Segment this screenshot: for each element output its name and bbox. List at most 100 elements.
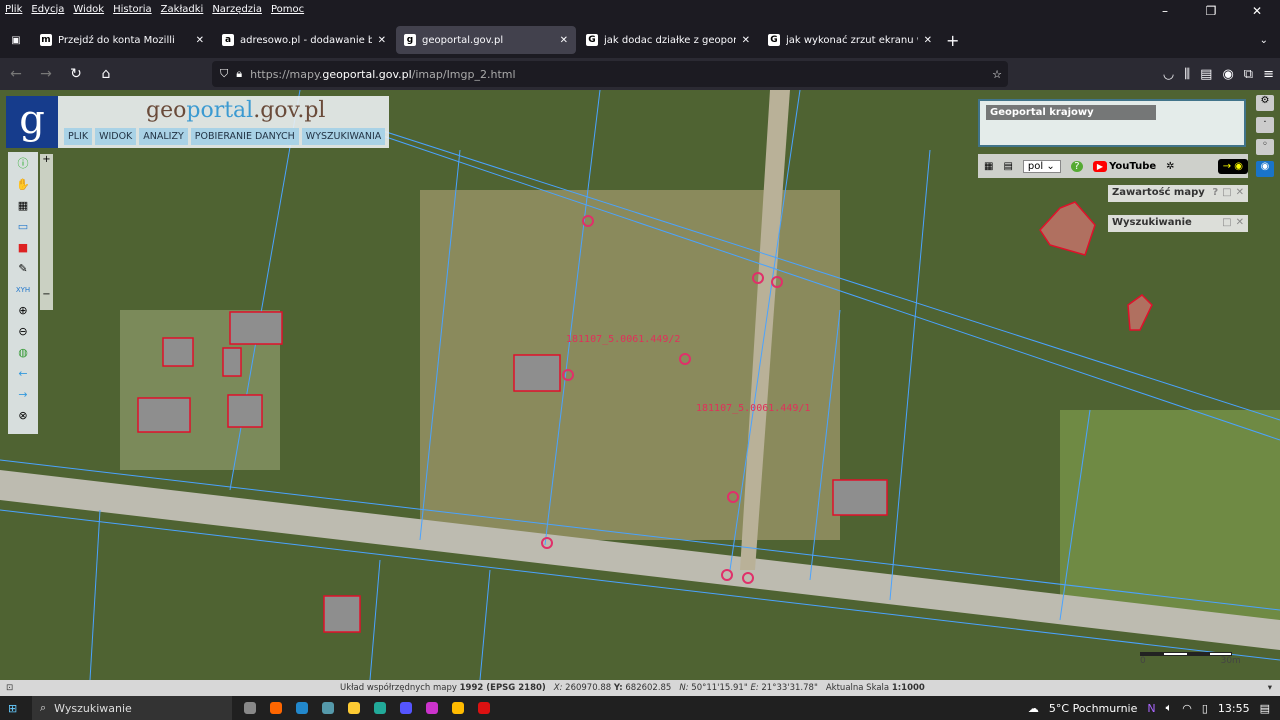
tab-mozilla[interactable]: m Przejdź do konta Mozilli ✕ xyxy=(32,26,212,54)
account-icon[interactable]: ◉ xyxy=(1222,67,1233,82)
accessibility-icon[interactable]: ✲ xyxy=(1166,161,1174,172)
panel-maximize-icon[interactable]: □ xyxy=(1222,217,1231,230)
zoom-slider[interactable]: + − xyxy=(40,154,53,310)
zoom-out-icon[interactable]: ⊖ xyxy=(15,324,31,340)
menu-edycja[interactable]: Edycja xyxy=(31,4,64,15)
previous-view-icon[interactable]: ← xyxy=(15,366,31,382)
weather-cloud-icon[interactable]: ☁ xyxy=(1028,702,1039,715)
contrast-eye-icon[interactable]: → ◉ xyxy=(1217,158,1248,174)
wifi-icon[interactable]: ◠ xyxy=(1182,702,1192,715)
mail-icon[interactable] xyxy=(296,702,308,714)
help-icon[interactable]: ? xyxy=(1070,160,1083,172)
extensions-icon[interactable]: ⧉ xyxy=(1244,67,1253,82)
view-medium-icon[interactable]: ◦ xyxy=(1256,139,1274,155)
panel-search[interactable]: Wyszukiwanie □ ✕ xyxy=(1108,215,1248,232)
url-bar[interactable]: ⛉ 🔒︎ https://mapy.geoportal.gov.pl/imap/… xyxy=(212,61,1008,87)
pan-hand-icon[interactable]: ✋ xyxy=(15,177,31,193)
tab-close-icon[interactable]: ✕ xyxy=(560,35,568,46)
app-icon[interactable] xyxy=(426,702,438,714)
menu-historia[interactable]: Historia xyxy=(113,4,152,15)
xyz-coordinates-icon[interactable]: XYH xyxy=(15,282,31,298)
legend-icon[interactable]: ▦ xyxy=(15,198,31,214)
new-tab-icon[interactable]: + xyxy=(946,31,959,50)
language-select[interactable]: pol ⌄ xyxy=(1022,159,1061,173)
onenote-icon[interactable]: N xyxy=(1147,702,1155,715)
tab-close-icon[interactable]: ✕ xyxy=(742,35,750,46)
cortana-icon[interactable] xyxy=(400,702,412,714)
taskbar-search[interactable]: ⌕ Wyszukiwanie xyxy=(32,696,232,720)
parcel-label[interactable]: 181107_5.0061.449/1 xyxy=(696,403,810,414)
panel-close-icon[interactable]: ✕ xyxy=(1236,187,1244,200)
view-eye-icon[interactable]: ◉ xyxy=(1256,161,1274,177)
select-area-icon[interactable]: ▭ xyxy=(15,219,31,235)
geoportal-logo[interactable]: g xyxy=(6,96,58,148)
draw-pencil-icon[interactable]: ✎ xyxy=(15,261,31,277)
next-view-icon[interactable]: → xyxy=(15,387,31,403)
menu-pobieranie-danych[interactable]: POBIERANIE DANYCH xyxy=(190,128,299,145)
status-expand-icon[interactable]: ▾ xyxy=(1268,683,1272,693)
menu-wyszukiwania[interactable]: WYSZUKIWANIA xyxy=(301,128,386,145)
firefox-icon[interactable] xyxy=(270,702,282,714)
tab-overview-icon[interactable]: ▣ xyxy=(0,35,32,46)
panel-map-content[interactable]: Zawartość mapy? □ ✕ xyxy=(1108,185,1248,202)
menu-pomoc[interactable]: Pomoc xyxy=(271,4,304,15)
tab-adresowo[interactable]: a adresowo.pl - dodawanie bezpł ✕ xyxy=(214,26,394,54)
menu-plik[interactable]: Plik xyxy=(5,4,22,15)
panel-close-icon[interactable]: ✕ xyxy=(1236,217,1244,230)
zoom-minus-icon[interactable]: − xyxy=(40,289,53,300)
close-icon[interactable]: ✕ xyxy=(1234,0,1280,22)
home-icon[interactable]: ⌂ xyxy=(92,66,120,82)
chrome-icon[interactable] xyxy=(452,702,464,714)
pocket-icon[interactable]: ◡ xyxy=(1163,67,1174,82)
zoom-in-icon[interactable]: ⊕ xyxy=(15,303,31,319)
tab-close-icon[interactable]: ✕ xyxy=(924,35,932,46)
menu-plik-app[interactable]: PLIK xyxy=(64,128,93,145)
volume-icon[interactable]: 🔈︎ xyxy=(1166,701,1173,715)
weather-text[interactable]: 5°C Pochmurnie xyxy=(1049,702,1137,715)
library-icon[interactable]: ⫼ xyxy=(1184,67,1190,82)
task-view-icon[interactable] xyxy=(244,702,256,714)
tab-google-2[interactable]: Gjak wykonać zrzut ekranu w lapt ✕ xyxy=(760,26,940,54)
tab-google-1[interactable]: Gjak dodac działke z geoportalu d ✕ xyxy=(578,26,758,54)
maximize-icon[interactable]: ❐ xyxy=(1188,0,1234,22)
battery-icon[interactable]: ▯ xyxy=(1202,702,1208,715)
notifications-icon[interactable]: ▤ xyxy=(1260,702,1270,715)
menu-narzedzia[interactable]: Narzędzia xyxy=(212,4,262,15)
overview-map[interactable]: Geoportal krajowy xyxy=(978,99,1246,147)
lock-icon[interactable]: 🔒︎ xyxy=(236,67,242,81)
map-view[interactable]: 181107_5.0061.449/2 181107_5.0061.449/1 … xyxy=(0,90,1280,680)
bookmark-star-icon[interactable]: ☆ xyxy=(992,68,1002,81)
info-icon[interactable]: ⓘ xyxy=(15,156,31,172)
sidebar-icon[interactable]: ▤ xyxy=(1200,67,1212,82)
panel-help-icon[interactable]: ? xyxy=(1212,187,1218,200)
status-toggle-icon[interactable]: ⊡ xyxy=(6,683,13,693)
list-tabs-icon[interactable]: ⌄ xyxy=(1260,35,1268,46)
back-icon[interactable]: ← xyxy=(2,66,30,82)
tab-close-icon[interactable]: ✕ xyxy=(196,35,204,46)
wms-icon[interactable]: ▤ xyxy=(1003,161,1012,172)
windows-start-icon[interactable]: ⊞ xyxy=(8,702,17,715)
view-small-icon[interactable]: · xyxy=(1256,117,1274,133)
youtube-link[interactable]: ▶ YouTube xyxy=(1092,160,1156,172)
edge-icon[interactable] xyxy=(374,702,386,714)
layers-icon[interactable]: ▦ xyxy=(984,161,993,172)
tab-geoportal[interactable]: g geoportal.gov.pl ✕ xyxy=(396,26,576,54)
clock[interactable]: 13:55 xyxy=(1218,702,1250,715)
shield-icon[interactable]: ⛉ xyxy=(220,67,228,81)
panel-maximize-icon[interactable]: □ xyxy=(1222,187,1231,200)
menu-analizy[interactable]: ANALIZY xyxy=(139,128,188,145)
tab-close-icon[interactable]: ✕ xyxy=(378,35,386,46)
file-explorer-icon[interactable] xyxy=(348,702,360,714)
clear-selection-icon[interactable]: ■ xyxy=(15,240,31,256)
mcafee-icon[interactable] xyxy=(478,702,490,714)
menu-zakladki[interactable]: Zakładki xyxy=(161,4,204,15)
menu-widok[interactable]: Widok xyxy=(73,4,104,15)
settings-icon[interactable] xyxy=(322,702,334,714)
parcel-label[interactable]: 181107_5.0061.449/2 xyxy=(566,334,680,345)
forward-icon[interactable]: → xyxy=(32,66,60,82)
settings-gears-icon[interactable]: ⚙ xyxy=(1256,95,1274,111)
menu-widok-app[interactable]: WIDOK xyxy=(95,128,137,145)
zoom-plus-icon[interactable]: + xyxy=(40,154,53,165)
reload-icon[interactable]: ↻ xyxy=(62,66,90,82)
globe-full-extent-icon[interactable]: ◍ xyxy=(15,345,31,361)
